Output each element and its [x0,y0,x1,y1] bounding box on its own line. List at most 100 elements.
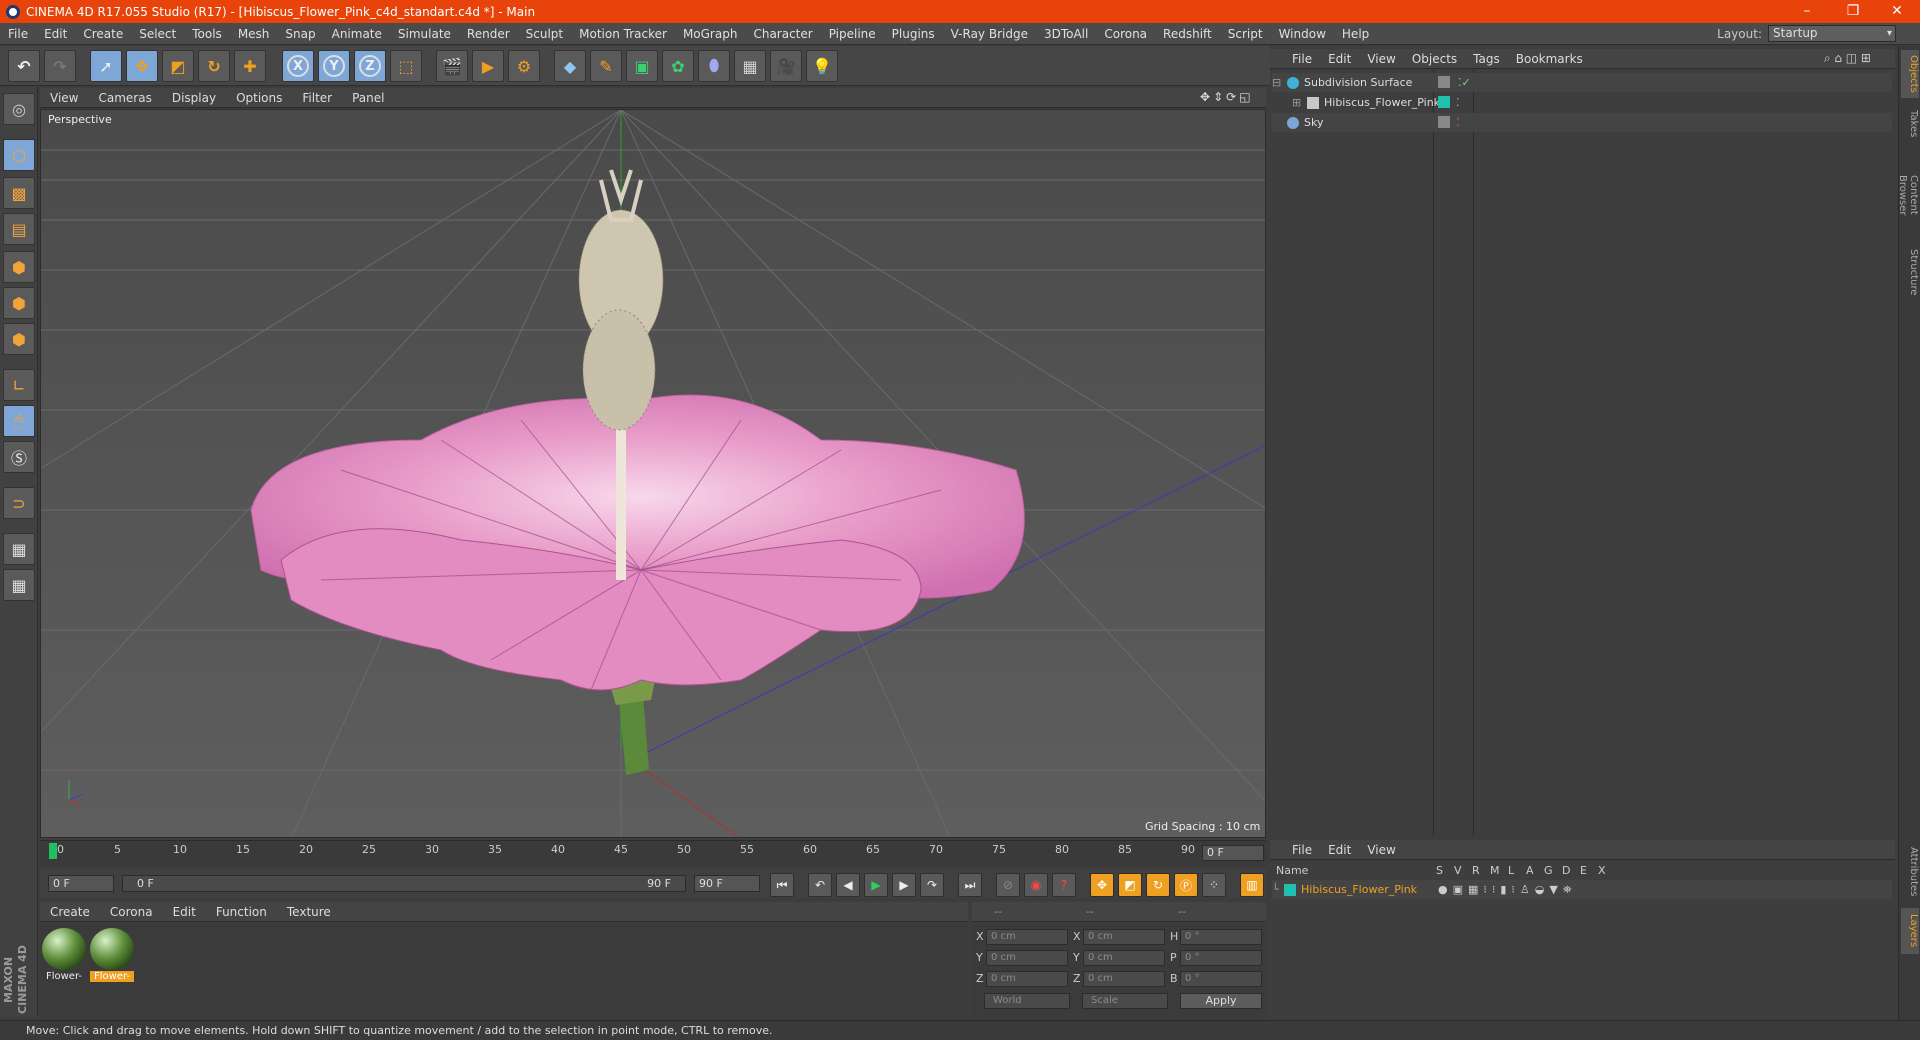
layer-toggle-icons[interactable]: ●▣▦⁝⁝▮⁝♙◒▼⛯ [1438,883,1577,897]
material-menu-edit[interactable]: Edit [163,905,206,919]
light-icon[interactable]: 💡 [806,50,838,82]
snapping-icon[interactable]: Ⓢ [3,441,35,473]
expand-icon[interactable]: ⊞ [1292,96,1302,109]
coordinate-space-dropdown[interactable]: World [984,993,1070,1009]
x-axis-lock-button[interactable]: X [282,50,314,82]
menu-sculpt[interactable]: Sculpt [518,27,571,41]
model-mode-icon[interactable]: ⬡ [3,139,35,171]
object-row-subdivision[interactable]: ⊟ Subdivision Surface ⁚✓ [1272,73,1892,92]
subdivision-surface-icon[interactable]: ▣ [626,50,658,82]
menu-pipeline[interactable]: Pipeline [821,27,884,41]
material-swatch-selected[interactable]: Flower- [90,928,134,984]
y-axis-lock-button[interactable]: Y [318,50,350,82]
live-selection-icon[interactable]: ➚ [90,50,122,82]
redo-icon[interactable]: ↷ [44,50,76,82]
menu-window[interactable]: Window [1271,27,1334,41]
mograph-cloner-icon[interactable]: ✿ [662,50,694,82]
scale-tool-icon[interactable]: ◩ [162,50,194,82]
rotation-p-field[interactable]: 0 ° [1180,950,1262,966]
zoom-view-icon[interactable]: ⇕ [1213,90,1223,104]
menu-help[interactable]: Help [1334,27,1377,41]
frame-range-slider[interactable]: 0 F 90 F [122,875,686,892]
coordinate-system-icon[interactable]: ⬚ [390,50,422,82]
timeline-playhead[interactable] [49,843,57,859]
maximize-view-icon[interactable]: ◱ [1239,90,1250,104]
size-z-field[interactable]: 0 cm [1083,971,1165,987]
timeline-window-icon[interactable]: ▥ [1240,873,1264,897]
record-keys-icon[interactable]: ⊘ [996,873,1020,897]
undo-icon[interactable]: ↶ [8,50,40,82]
create-object-icon[interactable]: ✚ [234,50,266,82]
menu-animate[interactable]: Animate [324,27,390,41]
rotate-view-icon[interactable]: ⟳ [1226,90,1236,104]
layer-color-swatch[interactable] [1284,883,1296,896]
tab-attributes[interactable]: Attributes [1901,842,1919,902]
menu-motion-tracker[interactable]: Motion Tracker [571,27,675,41]
current-frame-field[interactable]: 0 F [1202,845,1264,861]
planar-workplane-icon[interactable]: ▦ [3,569,35,601]
menu-plugins[interactable]: Plugins [884,27,943,41]
viewport-menu-options[interactable]: Options [226,91,292,105]
tab-content-browser[interactable]: Content Browser [1897,150,1919,240]
z-axis-lock-button[interactable]: Z [354,50,386,82]
menu-create[interactable]: Create [75,27,131,41]
autokey-icon[interactable]: ◉ [1024,873,1048,897]
make-editable-icon[interactable]: ◎ [3,93,35,125]
tab-layers[interactable]: Layers [1901,908,1919,954]
material-menu-corona[interactable]: Corona [100,905,163,919]
size-x-field[interactable]: 0 cm [1083,929,1165,945]
enabled-check-icon[interactable]: ⁚✓ [1458,76,1471,89]
object-menu-view[interactable]: View [1359,52,1403,66]
render-view-icon[interactable]: 🎬 [436,50,468,82]
polygons-mode-icon[interactable]: ⬢ [3,323,35,355]
rotation-h-field[interactable]: 0 ° [1180,929,1262,945]
object-menu-objects[interactable]: Objects [1404,52,1465,66]
menu-tools[interactable]: Tools [184,27,230,41]
layer-menu-view[interactable]: View [1359,843,1403,857]
tweak-mode-icon[interactable]: 🖱 [3,405,35,437]
object-menu-bookmarks[interactable]: Bookmarks [1508,52,1591,66]
visibility-dots-icon[interactable]: ⁚ [1456,96,1460,109]
deformer-icon[interactable]: ⬮ [698,50,730,82]
move-tool-icon[interactable]: ✥ [126,50,158,82]
menu-character[interactable]: Character [745,27,820,41]
layer-menu-file[interactable]: File [1284,843,1320,857]
menu-render[interactable]: Render [459,27,518,41]
viewport-menu-cameras[interactable]: Cameras [88,91,161,105]
end-frame-field[interactable]: 90 F [694,875,760,892]
pan-view-icon[interactable]: ✥ [1200,90,1210,104]
edges-mode-icon[interactable]: ⬢ [3,287,35,319]
position-z-field[interactable]: 0 cm [986,971,1068,987]
viewport-menu-view[interactable]: View [40,91,88,105]
floor-scene-icon[interactable]: ▦ [734,50,766,82]
previous-key-icon[interactable]: ↶ [808,873,832,897]
magnet-tool-icon[interactable]: ⊃ [3,487,35,519]
material-menu-texture[interactable]: Texture [277,905,341,919]
material-swatch[interactable]: Flower- [42,928,86,984]
key-position-icon[interactable]: ✥ [1090,873,1114,897]
collapse-icon[interactable]: ⊟ [1272,76,1282,89]
object-menu-file[interactable]: File [1284,52,1320,66]
material-menu-function[interactable]: Function [206,905,277,919]
tab-objects[interactable]: Objects [1901,50,1919,98]
layout-dropdown[interactable]: Startup [1768,25,1896,42]
object-row-hibiscus[interactable]: ⊞ Hibiscus_Flower_Pink ⁚ [1272,93,1892,112]
next-key-icon[interactable]: ↷ [920,873,944,897]
render-settings-icon[interactable]: ⚙ [508,50,540,82]
menu-simulate[interactable]: Simulate [390,27,459,41]
material-menu-create[interactable]: Create [40,905,100,919]
key-scale-icon[interactable]: ◩ [1118,873,1142,897]
go-to-start-icon[interactable]: ⏮ [770,873,794,897]
menu-script[interactable]: Script [1220,27,1271,41]
menu-mograph[interactable]: MoGraph [675,27,746,41]
start-frame-field[interactable]: 0 F [48,875,114,892]
keyframe-selection-icon[interactable]: ? [1052,873,1076,897]
perspective-viewport[interactable] [40,109,1266,838]
position-y-field[interactable]: 0 cm [986,950,1068,966]
layer-menu-edit[interactable]: Edit [1320,843,1359,857]
position-x-field[interactable]: 0 cm [986,929,1068,945]
next-frame-icon[interactable]: ▶ [892,873,916,897]
play-icon[interactable]: ▶ [864,873,888,897]
axis-mode-icon[interactable]: ∟ [3,369,35,401]
size-y-field[interactable]: 0 cm [1083,950,1165,966]
